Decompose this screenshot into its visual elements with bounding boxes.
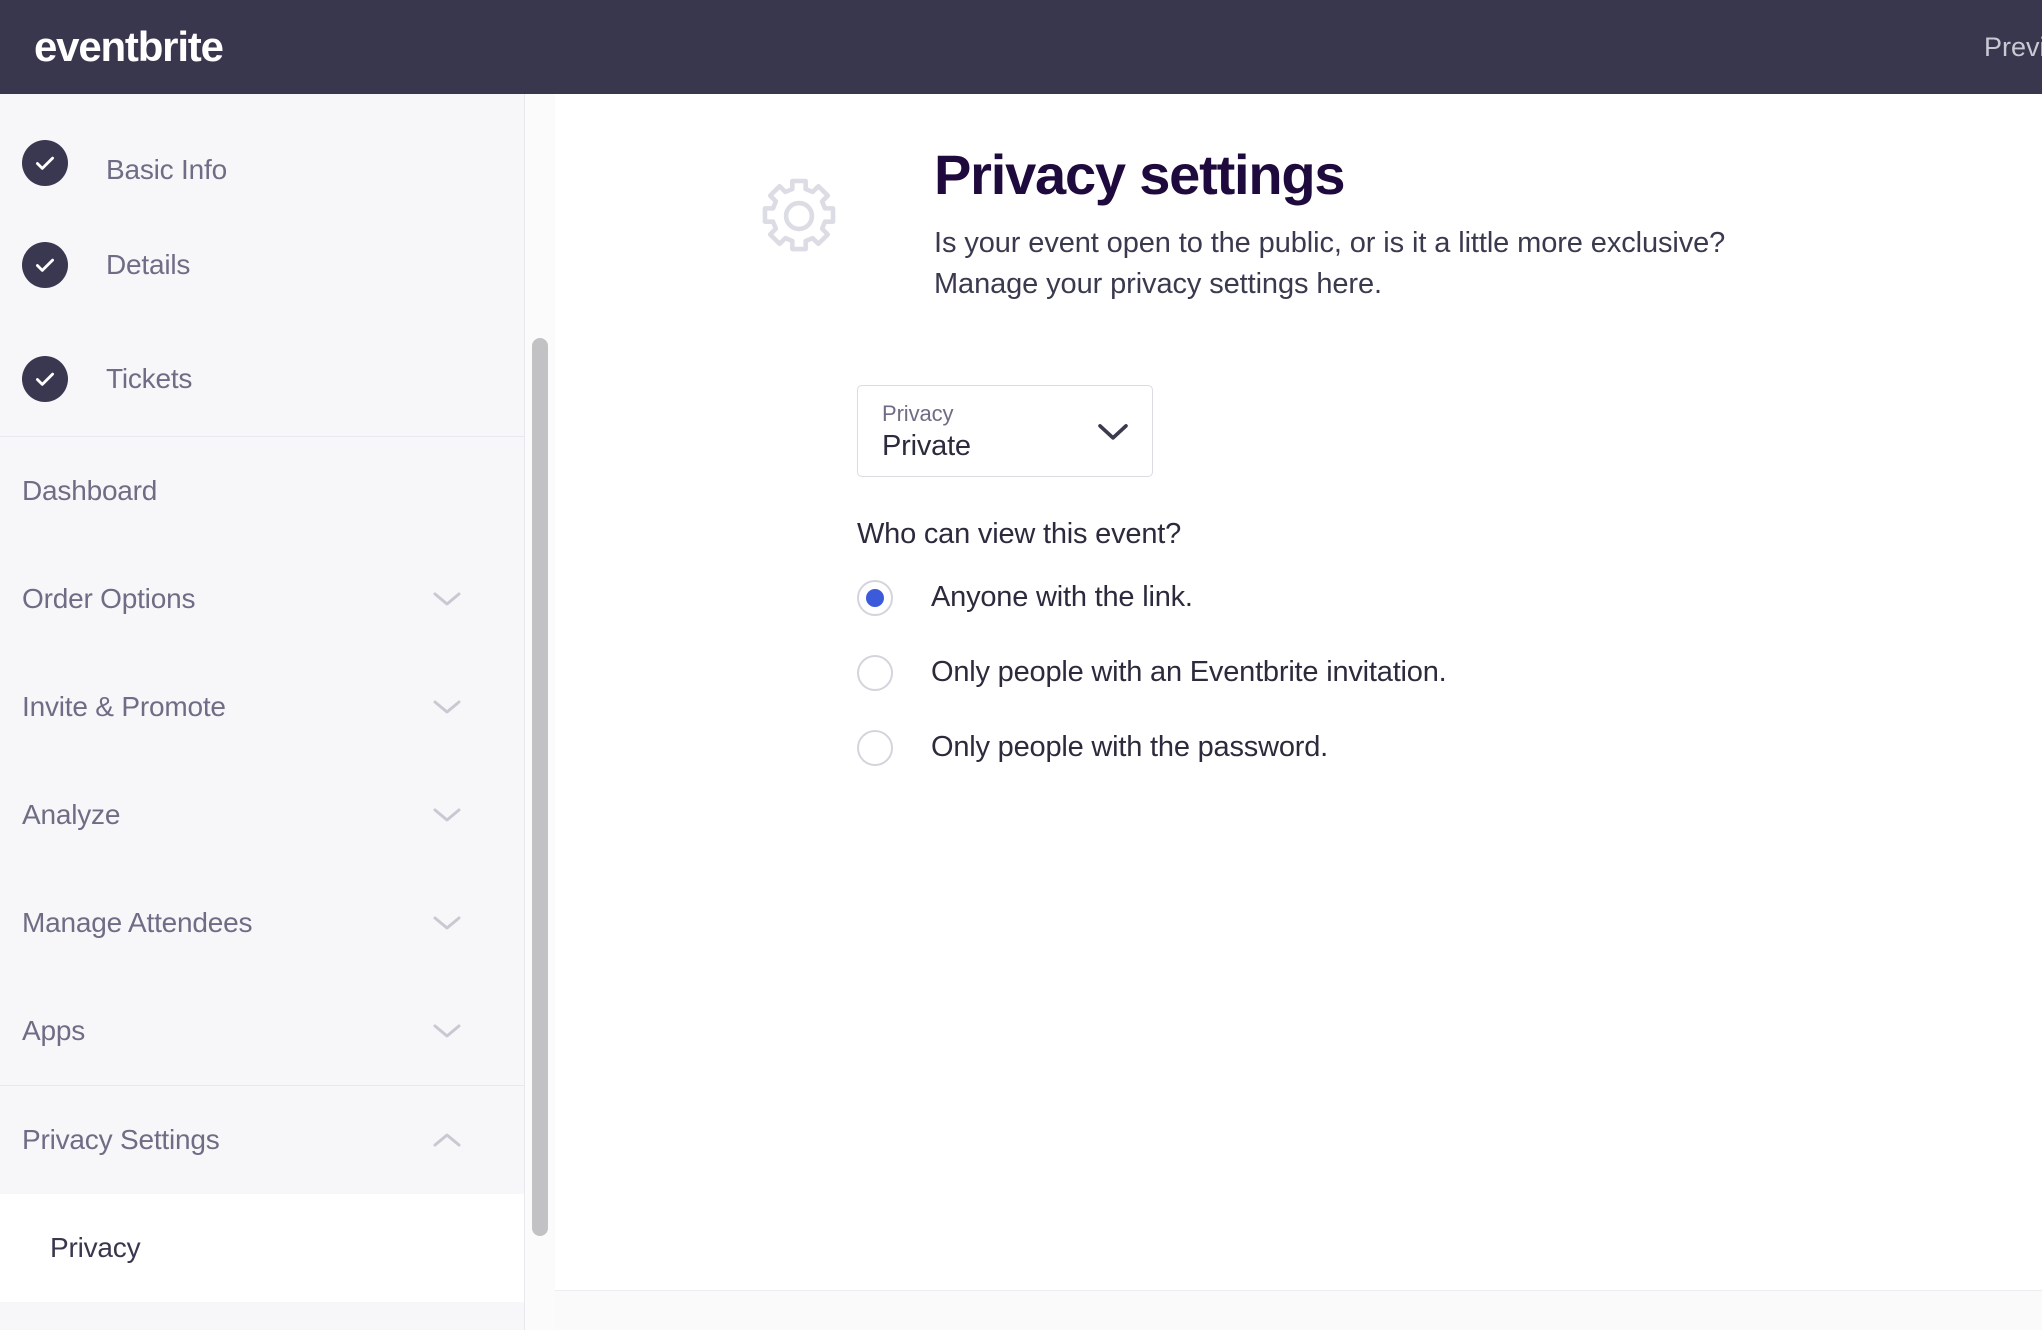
sidebar-item-analyze[interactable]: Analyze [0, 761, 524, 869]
sidebar-step-label: Details [106, 249, 191, 280]
sidebar-item-label: Apps [22, 1015, 86, 1046]
radio-option-password[interactable]: Only people with the password. [857, 718, 2042, 778]
who-can-view-radio-group: Anyone with the link. Only people with a… [857, 568, 2042, 778]
check-icon [22, 242, 68, 288]
preview-button[interactable]: Preview [1984, 32, 2042, 63]
eventbrite-event-manager: eventbrite Preview Basic Info [0, 0, 2042, 1330]
chevron-down-icon[interactable] [432, 1022, 462, 1040]
radio-option-label: Only people with an Eventbrite invitatio… [931, 656, 1447, 689]
sidebar-subitem-display[interactable]: Display [0, 1302, 524, 1330]
sidebar-step-tickets[interactable]: Tickets [0, 322, 524, 436]
chevron-up-icon[interactable] [432, 1131, 462, 1149]
check-icon [22, 140, 68, 186]
sidebar-item-privacy-settings[interactable]: Privacy Settings [0, 1086, 524, 1194]
radio-button[interactable] [857, 729, 893, 766]
radio-option-label: Anyone with the link. [931, 581, 1193, 614]
sidebar-item-apps[interactable]: Apps [0, 977, 524, 1085]
sidebar-subitem-label: Privacy [50, 1232, 141, 1263]
sidebar-step-label: Basic Info [106, 154, 227, 185]
privacy-form: Privacy Private Who can view this event?… [555, 384, 2042, 778]
radio-option-anyone-with-link[interactable]: Anyone with the link. [857, 568, 2042, 628]
chevron-down-icon[interactable] [1096, 421, 1130, 443]
radio-option-label: Only people with the password. [931, 731, 1328, 764]
eventbrite-logo[interactable]: eventbrite [34, 26, 224, 68]
privacy-select-value: Private [882, 429, 971, 462]
sidebar-item-manage-attendees[interactable]: Manage Attendees [0, 869, 524, 977]
page-title: Privacy settings [934, 143, 1346, 206]
sidebar-item-label: Privacy Settings [22, 1124, 220, 1155]
chevron-down-icon[interactable] [432, 806, 462, 824]
sidebar: Basic Info Details Tickets Dashboard Ord… [0, 94, 524, 1330]
header-actions: Preview [1984, 0, 2042, 94]
sidebar-nav: Dashboard Order Options Invite & Promote… [0, 437, 524, 1330]
sidebar-step-label: Tickets [106, 363, 193, 394]
sidebar-subitem-privacy[interactable]: Privacy [0, 1194, 524, 1302]
sidebar-item-label: Analyze [22, 799, 121, 830]
footer-bar [555, 1291, 2042, 1330]
sidebar-item-label: Order Options [22, 583, 196, 614]
top-header: eventbrite Preview [0, 0, 2042, 94]
radio-button[interactable] [857, 654, 893, 691]
chevron-down-icon[interactable] [432, 914, 462, 932]
sidebar-item-invite-promote[interactable]: Invite & Promote [0, 653, 524, 761]
gear-icon [757, 174, 841, 258]
privacy-select-label: Privacy [882, 400, 954, 426]
step-checklist: Basic Info Details Tickets [0, 94, 524, 436]
main-content: Privacy settings Is your event open to t… [555, 94, 2042, 1330]
chevron-down-icon[interactable] [432, 698, 462, 716]
who-can-view-label: Who can view this event? [857, 517, 1182, 550]
radio-button-selected[interactable] [857, 579, 893, 616]
sidebar-item-label: Manage Attendees [22, 907, 253, 938]
radio-option-eventbrite-invitation[interactable]: Only people with an Eventbrite invitatio… [857, 643, 2042, 703]
sidebar-step-details[interactable]: Details [0, 208, 524, 322]
chevron-down-icon[interactable] [432, 590, 462, 608]
sidebar-step-basic-info[interactable]: Basic Info [0, 94, 524, 208]
check-icon [22, 356, 68, 402]
sidebar-item-label: Dashboard [22, 475, 158, 506]
sidebar-item-order-options[interactable]: Order Options [0, 545, 524, 653]
page-subtitle: Is your event open to the public, or is … [934, 226, 1726, 301]
privacy-select[interactable]: Privacy Private [857, 384, 1153, 477]
sidebar-scrollbar-thumb[interactable] [532, 338, 548, 1236]
sidebar-item-dashboard[interactable]: Dashboard [0, 437, 524, 545]
page-header: Privacy settings Is your event open to t… [555, 143, 2042, 306]
sidebar-item-label: Invite & Promote [22, 691, 226, 722]
